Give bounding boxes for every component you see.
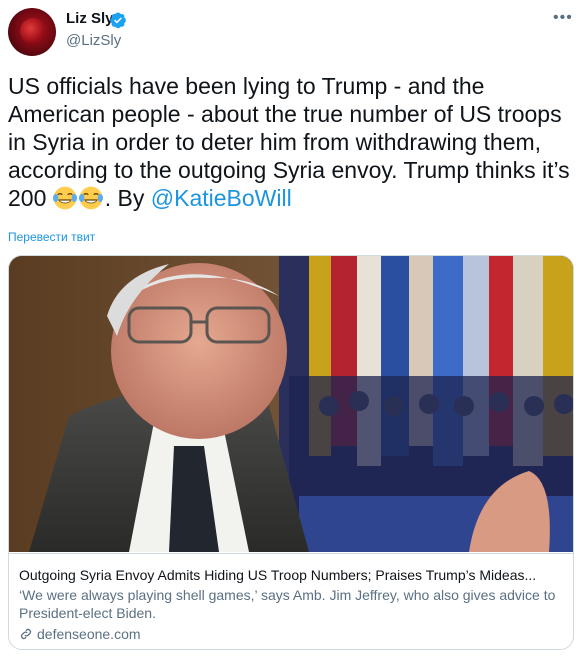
card-domain: defenseone.com (19, 626, 141, 642)
card-domain-text: defenseone.com (37, 626, 141, 642)
tears-of-joy-emoji-icon (52, 186, 77, 210)
verified-badge-icon (110, 12, 126, 29)
card-title[interactable]: Outgoing Syria Envoy Admits Hiding US Tr… (19, 566, 567, 584)
card-body[interactable]: Outgoing Syria Envoy Admits Hiding US Tr… (9, 553, 573, 649)
link-icon (20, 628, 32, 640)
tweet-text-after-emoji: . By (104, 185, 151, 211)
author-handle[interactable]: @LizSly (66, 32, 121, 49)
card-photo-illustration (9, 256, 573, 552)
author-name[interactable]: Liz Sly (66, 10, 114, 27)
card-image[interactable] (9, 256, 573, 552)
author-avatar[interactable] (8, 8, 56, 56)
tears-of-joy-emoji-icon (78, 186, 103, 210)
card-description: ‘We were always playing shell games,’ sa… (19, 587, 556, 621)
tweet: Liz Sly @LizSly ••• US officials have be… (0, 0, 583, 659)
tweet-text: US officials have been lying to Trump - … (8, 72, 578, 212)
translate-tweet-link[interactable]: Перевести твит (8, 230, 95, 244)
link-preview-card[interactable]: Outgoing Syria Envoy Admits Hiding US Tr… (8, 255, 574, 650)
more-options-icon[interactable]: ••• (553, 10, 573, 26)
mention-link[interactable]: @KatieBoWill (151, 185, 292, 211)
